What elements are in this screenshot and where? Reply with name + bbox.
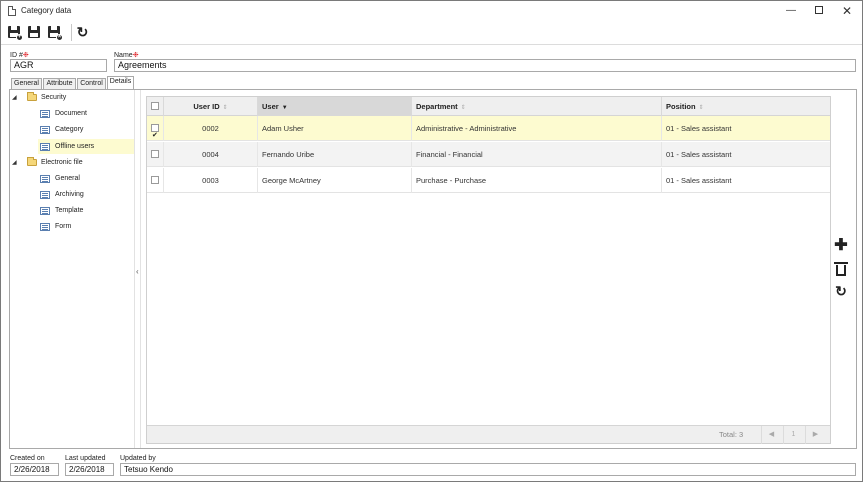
table-row[interactable]: 0004 Fernando Uribe Financial - Financia… [147, 142, 830, 167]
add-icon: ✚ [834, 237, 848, 254]
row-checkbox[interactable] [151, 123, 159, 141]
list-icon [40, 143, 50, 151]
expand-arrow-icon[interactable]: ◢ [12, 91, 18, 105]
table-row[interactable]: 0002 Adam Usher Administrative - Adminis… [147, 116, 830, 141]
total-count: Total: 3 [719, 430, 744, 439]
name-label: Name❉ [114, 52, 139, 59]
grid-footer: Total: 3 ◀ 1 ▶ [147, 425, 830, 444]
created-on-label: Created on [10, 455, 45, 462]
name-field[interactable]: Agreements [114, 59, 856, 72]
refresh-button[interactable]: ↻ [75, 25, 90, 40]
collapse-arrow-icon[interactable]: ‹ [136, 267, 139, 276]
document-icon [8, 6, 16, 16]
cell-user: George McArtney [258, 168, 412, 193]
cell-user-id: 0002 [164, 116, 258, 141]
list-icon [40, 126, 50, 134]
sort-icon: ⇕ [460, 105, 466, 111]
minimize-button[interactable]: — [777, 1, 805, 21]
required-icon: ❉ [132, 52, 139, 59]
toolbar-divider [71, 24, 72, 41]
row-checkbox[interactable] [151, 176, 159, 184]
save-and-new-button[interactable]: + [7, 25, 23, 41]
folder-icon [27, 157, 37, 166]
toolbar: + × ↻ [1, 21, 862, 45]
category-data-window: Category data — ✕ + × ↻ ID #❉ AGR Name❉ … [0, 0, 863, 482]
row-checkbox[interactable] [151, 150, 159, 158]
close-button[interactable]: ✕ [833, 1, 861, 21]
cell-department: Financial - Financial [412, 142, 662, 167]
cell-user: Adam Usher [258, 116, 412, 141]
updated-by-field: Tetsuo Kendo [120, 463, 856, 476]
created-on-field: 2/26/2018 [10, 463, 59, 476]
next-page-button[interactable]: ▶ [805, 426, 825, 444]
cell-position: 01 - Sales assistant [666, 176, 732, 185]
required-icon: ❉ [22, 52, 29, 59]
column-header-position[interactable]: Position ⇕ [662, 97, 830, 116]
users-grid: User ID⇕ User▼ Department⇕ Position⇕ 000… [146, 96, 831, 444]
select-all-checkbox[interactable] [151, 102, 159, 110]
column-header-user-id[interactable]: User ID ⇕ [164, 97, 258, 116]
list-icon [40, 175, 50, 183]
save-icon [28, 26, 40, 38]
last-updated-label: Last updated [65, 455, 106, 462]
sort-icon: ⇕ [698, 105, 704, 111]
details-panel: ◢ Security Document Category Offline use… [9, 89, 857, 449]
save-and-close-button[interactable]: × [47, 25, 63, 41]
table-row[interactable]: 0003 George McArtney Purchase - Purchase… [147, 168, 830, 193]
sort-descending-icon: ▼ [281, 105, 288, 111]
cell-user-id: 0004 [164, 142, 258, 167]
list-icon [40, 110, 50, 118]
cell-user-id: 0003 [164, 168, 258, 193]
title-bar: Category data — ✕ [1, 1, 862, 21]
id-label: ID #❉ [10, 52, 29, 59]
cell-position: 01 - Sales assistant [666, 124, 732, 133]
tab-details[interactable]: Details [107, 76, 134, 89]
grid-header: User ID ⇕ User ▼ Department ⇕ Position ⇕ [147, 97, 830, 116]
delete-button[interactable] [832, 260, 850, 278]
add-button[interactable]: ✚ [832, 237, 850, 255]
tab-attribute[interactable]: Attribute [43, 78, 76, 89]
maximize-icon [815, 6, 823, 15]
tab-control[interactable]: Control [77, 78, 106, 89]
cell-position: 01 - Sales assistant [666, 150, 732, 159]
grid-refresh-button[interactable]: ↻ [832, 282, 850, 300]
window-title: Category data [21, 6, 72, 15]
cell-user: Fernando Uribe [258, 142, 412, 167]
list-icon [40, 223, 50, 231]
updated-by-label: Updated by [120, 455, 156, 462]
maximize-button[interactable] [805, 1, 833, 21]
cell-department: Administrative - Administrative [412, 116, 662, 141]
refresh-icon: ↻ [76, 24, 89, 40]
expand-arrow-icon[interactable]: ◢ [12, 156, 18, 170]
folder-icon [27, 92, 37, 101]
details-tree: ◢ Security Document Category Offline use… [10, 90, 134, 448]
save-button[interactable] [27, 25, 42, 40]
list-icon [40, 191, 50, 199]
select-all-cell [147, 97, 164, 116]
cell-department: Purchase - Purchase [412, 168, 662, 193]
refresh-icon: ↻ [835, 283, 847, 299]
column-header-user[interactable]: User ▼ [258, 97, 412, 116]
page-number: 1 [783, 426, 803, 444]
tab-general[interactable]: General [11, 78, 42, 89]
last-updated-field: 2/26/2018 [65, 463, 114, 476]
sort-icon: ⇕ [222, 105, 228, 111]
list-icon [40, 207, 50, 215]
id-field[interactable]: AGR [10, 59, 107, 72]
column-header-department[interactable]: Department ⇕ [412, 97, 662, 116]
panel-splitter[interactable]: ‹ [134, 90, 141, 448]
previous-page-button[interactable]: ◀ [761, 426, 781, 444]
